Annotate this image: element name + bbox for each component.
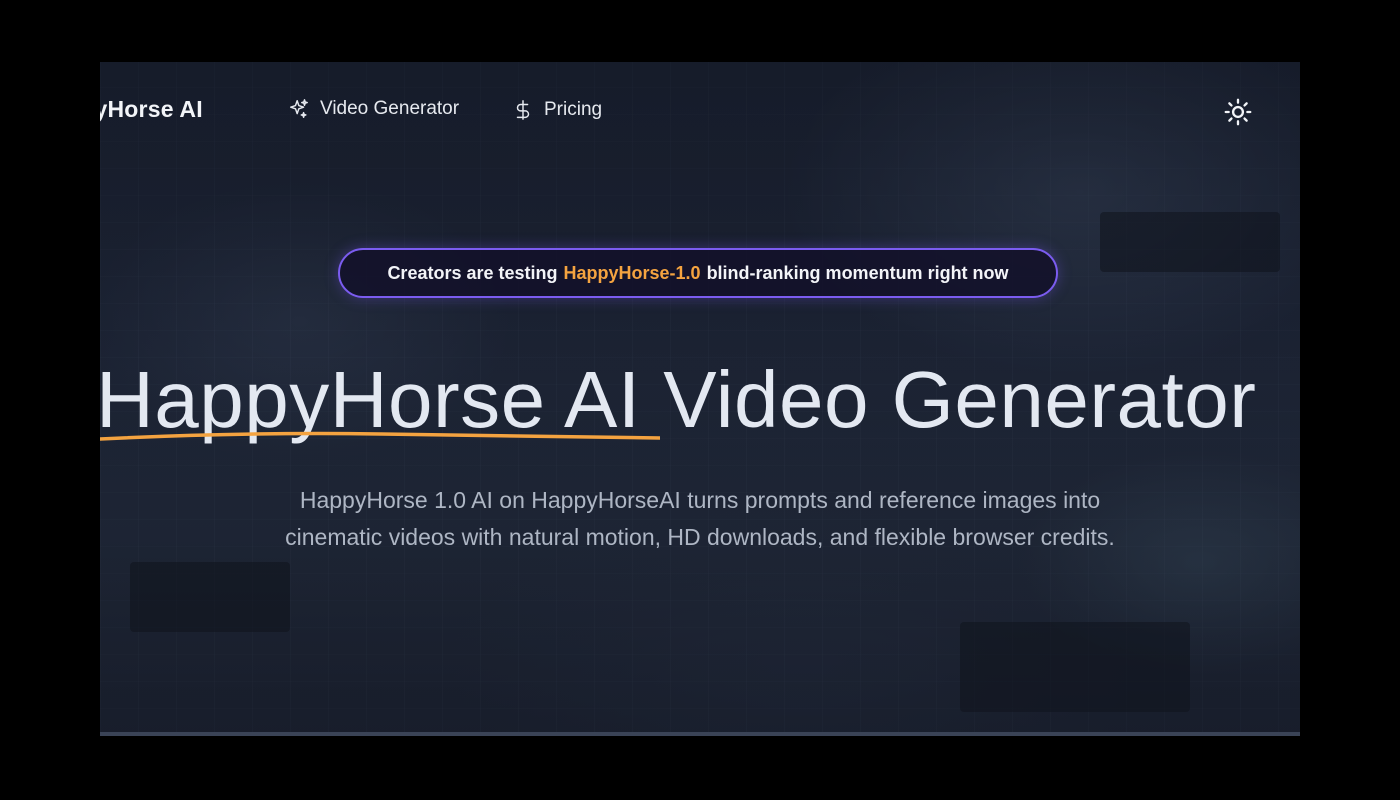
theme-toggle-button[interactable] <box>1224 98 1252 126</box>
banner-suffix: blind-ranking momentum right now <box>706 262 1009 283</box>
top-nav: ppyHorse AI Video Generator Pricing <box>100 62 1300 158</box>
sun-icon <box>1224 98 1252 130</box>
banner-prefix: Creators are testing <box>387 262 558 283</box>
viewport-bottom-edge <box>100 732 1300 736</box>
nav-link-pricing[interactable]: Pricing <box>512 98 602 122</box>
nav-link-label: Video Generator <box>320 98 460 119</box>
nav-link-label: Pricing <box>544 99 603 120</box>
site-logo[interactable]: ppyHorse AI <box>100 96 203 123</box>
sparkles-icon <box>288 98 310 120</box>
banner-highlight: HappyHorse-1.0 <box>563 262 701 283</box>
announcement-banner[interactable]: Creators are testing HappyHorse-1.0 blin… <box>338 248 1058 298</box>
dollar-icon <box>512 98 534 122</box>
browser-viewport: ppyHorse AI Video Generator Pricing <box>100 62 1300 736</box>
hero-subtitle-line-1: HappyHorse 1.0 AI on HappyHorseAI turns … <box>299 487 1101 513</box>
hero-title-rest: Video Generator <box>663 355 1257 444</box>
brand-underline <box>100 431 660 441</box>
nav-link-video-generator[interactable]: Video Generator <box>288 98 459 120</box>
hero-subtitle-line-2: cinematic videos with natural motion, HD… <box>285 524 1115 550</box>
hero-subtitle: HappyHorse 1.0 AI on HappyHorseAI turns … <box>200 482 1200 556</box>
